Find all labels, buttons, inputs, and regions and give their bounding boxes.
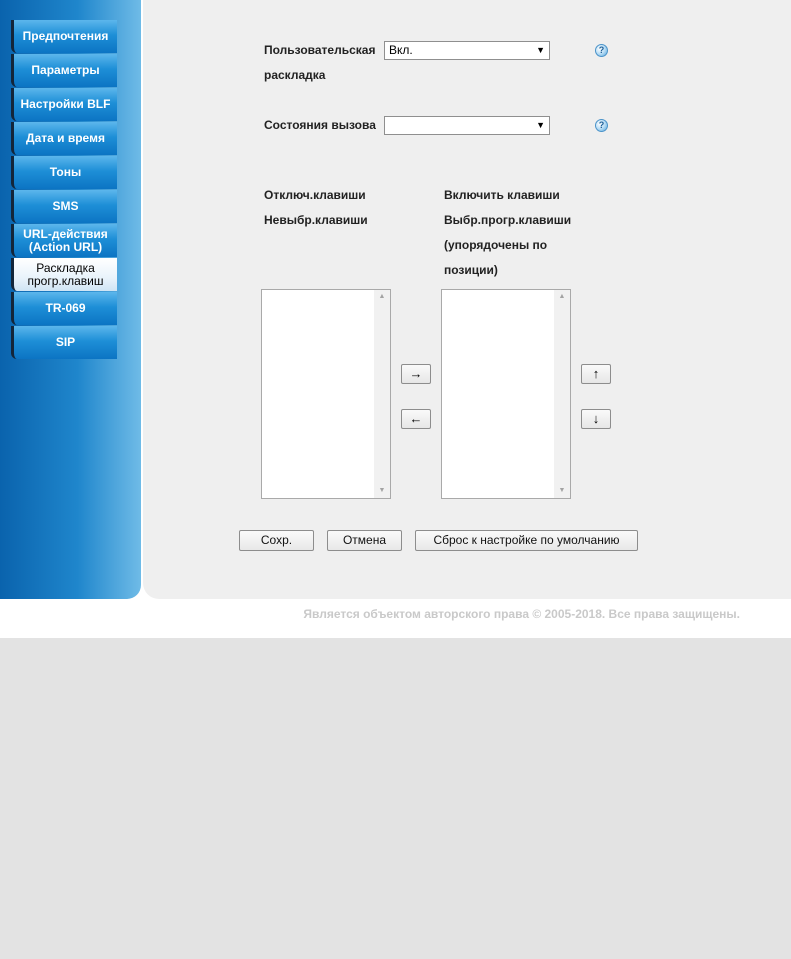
scroll-up-icon[interactable]: ▲ [554, 290, 570, 304]
content-panel: Пользовательская раскладка Вкл. ▼ ? Сост… [143, 0, 791, 599]
dropdown-arrow-icon: ▼ [536, 45, 545, 55]
sidebar-item-sms[interactable]: SMS [11, 190, 117, 223]
custom-layout-select[interactable]: Вкл. ▼ [384, 41, 550, 60]
scroll-down-icon[interactable]: ▼ [554, 484, 570, 498]
sidebar-item-action-url[interactable]: URL-действия (Action URL) [11, 224, 117, 257]
move-right-button[interactable]: → [401, 364, 431, 384]
disabled-keys-header-line2: Невыбр.клавиши [264, 213, 368, 227]
enabled-keys-header-line2: Выбр.прогр.клавиши [444, 213, 572, 227]
call-state-select[interactable]: ▼ [384, 116, 550, 135]
enabled-keys-header-line3: (упорядочены по [444, 238, 548, 252]
reset-defaults-button[interactable]: Сброс к настройке по умолчанию [415, 530, 638, 551]
sidebar-item-date-time[interactable]: Дата и время [11, 122, 117, 155]
sidebar-item-preferences[interactable]: Предпочтения [11, 20, 117, 53]
move-down-button[interactable]: ↓ [581, 409, 611, 429]
disabled-keys-header-line1: Отключ.клавиши [264, 188, 366, 202]
sidebar-item-softkey-layout[interactable]: Раскладка прогр.клавиш [11, 258, 117, 291]
scroll-down-icon[interactable]: ▼ [374, 484, 390, 498]
sidebar-item-tones[interactable]: Тоны [11, 156, 117, 189]
scrollbar[interactable]: ▲ ▼ [374, 290, 390, 498]
enabled-keys-list[interactable]: ▲ ▼ [441, 289, 571, 499]
dropdown-arrow-icon: ▼ [536, 120, 545, 130]
sidebar-item-blf-settings[interactable]: Настройки BLF [11, 88, 117, 121]
enabled-keys-header-line1: Включить клавиши [444, 188, 560, 202]
call-state-label: Состояния вызова [264, 118, 376, 132]
custom-layout-label-line1: Пользовательская [264, 43, 376, 57]
save-button[interactable]: Сохр. [239, 530, 314, 551]
copyright-footer: Является объектом авторского права © 200… [303, 607, 740, 621]
custom-layout-value: Вкл. [389, 43, 413, 57]
scrollbar[interactable]: ▲ ▼ [554, 290, 570, 498]
sidebar-item-sip[interactable]: SIP [11, 326, 117, 359]
move-left-button[interactable]: ← [401, 409, 431, 429]
sidebar: Предпочтения Параметры Настройки BLF Дат… [0, 0, 141, 599]
cancel-button[interactable]: Отмена [327, 530, 402, 551]
help-icon[interactable]: ? [595, 44, 608, 57]
enabled-keys-header-line4: позиции) [444, 263, 498, 277]
scroll-up-icon[interactable]: ▲ [374, 290, 390, 304]
move-up-button[interactable]: ↑ [581, 364, 611, 384]
sidebar-item-parameters[interactable]: Параметры [11, 54, 117, 87]
custom-layout-label-line2: раскладка [264, 68, 326, 82]
disabled-keys-list[interactable]: ▲ ▼ [261, 289, 391, 499]
sidebar-item-tr069[interactable]: TR-069 [11, 292, 117, 325]
help-icon[interactable]: ? [595, 119, 608, 132]
